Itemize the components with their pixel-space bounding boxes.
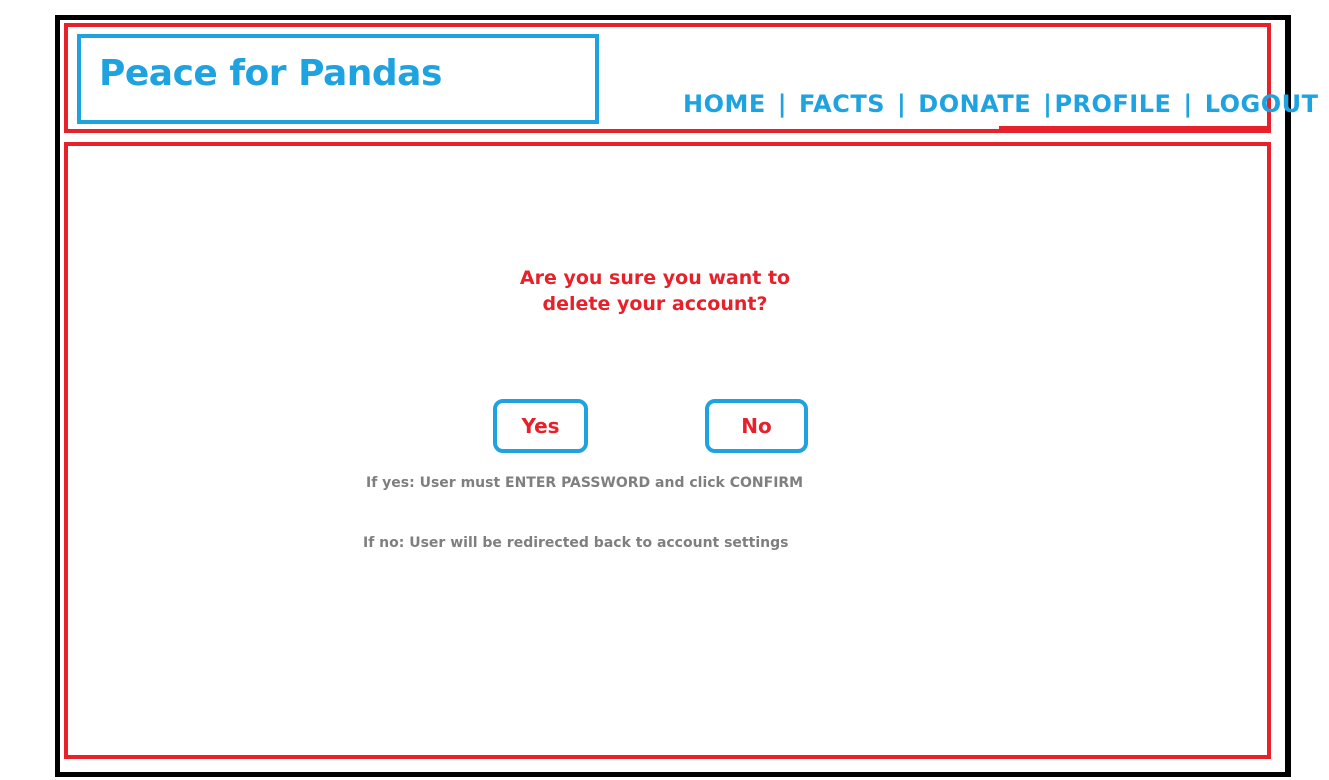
note-if-no: If no: User will be redirected back to a…	[363, 535, 789, 551]
nav-donate[interactable]: DONATE	[918, 92, 1031, 116]
nav-home[interactable]: HOME	[683, 92, 766, 116]
nav-separator: |	[1183, 90, 1193, 118]
yes-button[interactable]: Yes	[493, 399, 588, 453]
nav-separator: |	[777, 90, 788, 118]
nav-separator: |	[1043, 90, 1053, 118]
note-if-yes: If yes: User must ENTER PASSWORD and cli…	[366, 475, 804, 491]
site-title[interactable]: Peace for Pandas	[99, 56, 442, 92]
question-line-1: Are you sure you want to	[519, 267, 791, 289]
nav-profile[interactable]: PROFILE	[1054, 92, 1171, 116]
nav-facts[interactable]: FACTS	[799, 92, 885, 116]
delete-confirmation-question: Are you sure you want to delete your acc…	[500, 265, 810, 317]
nav-separator: |	[897, 90, 907, 118]
question-line-2: delete your account?	[542, 293, 768, 315]
nav-logout[interactable]: LOGOUT	[1205, 92, 1319, 116]
main-nav: HOME | FACTS | DONATE | PROFILE | LOGOUT	[683, 92, 1319, 116]
content-border	[64, 142, 1271, 759]
active-nav-underline	[999, 126, 1271, 130]
no-button[interactable]: No	[705, 399, 808, 453]
